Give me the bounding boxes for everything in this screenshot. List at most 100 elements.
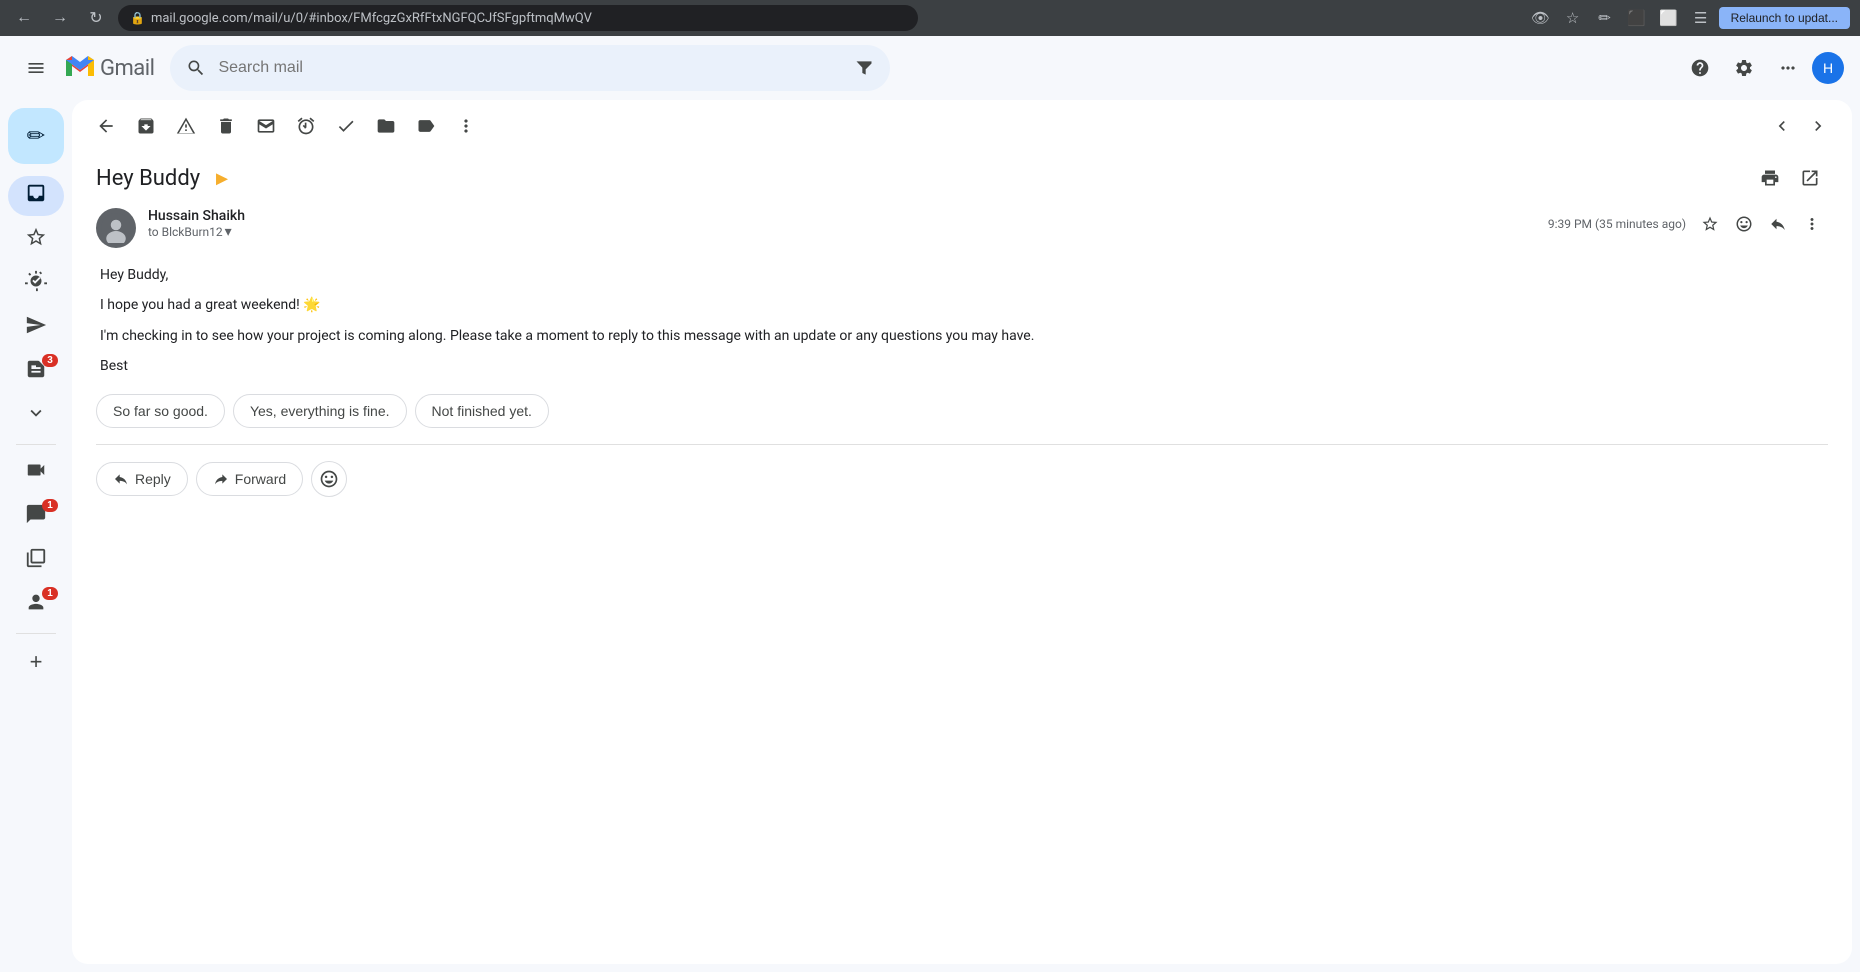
expand-more-icon [25,402,47,430]
address-bar[interactable]: 🔒 mail.google.com/mail/u/0/#inbox/FMfcgz… [118,5,918,31]
email-panel: Hey Buddy ► [72,100,1852,964]
sidebar-item-spaces[interactable] [8,541,64,581]
search-button[interactable] [186,58,206,78]
sender-info: Hussain Shaikh to BlckBurn12 ▾ [148,208,1536,240]
meet-icon [25,459,47,487]
gmail-logo-text: Gmail [100,56,154,81]
move-to-button[interactable] [368,108,404,144]
sidebar-item-contacts[interactable]: 1 [8,585,64,625]
email-line-4: Best [100,355,1824,377]
report-spam-button[interactable] [168,108,204,144]
next-email-button[interactable] [1800,108,1836,144]
apps-button[interactable] [1768,48,1808,88]
reload-button[interactable]: ↻ [82,4,110,32]
add-app-button[interactable]: + [16,642,56,682]
gmail-logo[interactable]: Gmail [64,52,154,84]
sidebar-item-snoozed[interactable] [8,264,64,304]
menu-button[interactable] [16,48,56,88]
sidebar-item-chat[interactable]: 1 [8,497,64,537]
email-toolbar [72,100,1852,152]
email-divider [96,444,1828,445]
sender-to-text: to BlckBurn12 [148,225,223,239]
email-subject-row: Hey Buddy ► [72,152,1852,200]
emoji-react-button[interactable] [1728,208,1760,240]
print-button[interactable] [1752,160,1788,196]
forward-nav-button[interactable]: → [46,4,74,32]
account-avatar[interactable]: H [1812,52,1844,84]
sender-to[interactable]: to BlckBurn12 ▾ [148,224,1536,240]
email-header: Hussain Shaikh to BlckBurn12 ▾ 9:39 PM (… [96,208,1828,248]
url-text: mail.google.com/mail/u/0/#inbox/FMfcgzGx… [151,11,592,26]
contacts-badge: 1 [42,587,58,600]
sidebar-item-drafts[interactable]: 3 [8,352,64,392]
help-button[interactable] [1680,48,1720,88]
topbar-actions: H [1680,48,1844,88]
back-nav-button[interactable]: ← [10,4,38,32]
email-meta: 9:39 PM (35 minutes ago) [1548,208,1828,240]
edit-extension-button[interactable]: ✏ [1591,4,1619,32]
smart-reply-1[interactable]: So far so good. [96,394,225,428]
reply-button[interactable]: Reply [96,462,188,496]
email-actions [1694,208,1828,240]
label-button[interactable] [408,108,444,144]
prev-email-button[interactable] [1764,108,1800,144]
smart-reply-row: So far so good. Yes, everything is fine.… [96,394,1828,428]
sidebar-item-starred[interactable] [8,220,64,260]
emoji-reaction-button[interactable] [311,461,347,497]
reply-quick-button[interactable] [1762,208,1794,240]
spaces-icon [25,547,47,575]
email-timestamp: 9:39 PM (35 minutes ago) [1548,217,1686,231]
snooze-button[interactable] [288,108,324,144]
settings-button[interactable] [1724,48,1764,88]
open-in-new-button[interactable] [1792,160,1828,196]
email-subject-actions [1752,160,1828,196]
extension-button-1[interactable]: ⬛ [1623,4,1651,32]
smart-reply-2[interactable]: Yes, everything is fine. [233,394,407,428]
relaunch-button[interactable]: Relaunch to updat... [1719,7,1850,29]
more-options-button[interactable] [448,108,484,144]
security-icon: 🔒 [130,11,145,25]
search-input[interactable] [218,59,842,77]
sent-icon [25,314,47,342]
search-bar[interactable] [170,45,890,91]
forward-label: Forward [235,471,286,487]
star-icon [25,226,47,254]
search-filter-button[interactable] [854,58,874,78]
browser-action-bar: 👁 ☆ ✏ ⬛ ⬜ ☰ Relaunch to updat... [1527,4,1850,32]
forward-button[interactable]: Forward [196,462,303,496]
important-marker-icon: ► [212,166,232,191]
reply-row: Reply Forward [96,453,1828,505]
compose-button[interactable]: ✏ [8,108,64,164]
more-email-options-button[interactable] [1796,208,1828,240]
sidebar-item-meet[interactable] [8,453,64,493]
gmail-body: ✏ [0,100,1860,972]
sidebar-divider-2 [16,633,56,634]
dropdown-arrow-icon: ▾ [225,224,232,240]
sidebar-item-inbox[interactable] [8,176,64,216]
back-to-inbox-button[interactable] [88,108,124,144]
drafts-badge: 3 [42,354,58,367]
smart-reply-3[interactable]: Not finished yet. [415,394,549,428]
sidebar-item-sent[interactable] [8,308,64,348]
sidebar-item-more[interactable] [8,396,64,436]
extension-button-2[interactable]: ⬜ [1655,4,1683,32]
chat-badge: 1 [42,499,58,512]
sidebar-divider [16,444,56,445]
eye-extension-button[interactable]: 👁 [1527,4,1555,32]
star-email-button[interactable] [1694,208,1726,240]
archive-button[interactable] [128,108,164,144]
delete-button[interactable] [208,108,244,144]
star-button[interactable]: ☆ [1559,4,1587,32]
email-body: Hey Buddy, I hope you had a great weeken… [96,264,1828,378]
inbox-icon [25,182,47,210]
email-line-2: I hope you had a great weekend! 🌟 [100,294,1824,316]
mark-done-button[interactable] [328,108,364,144]
snoozed-icon [25,270,47,298]
extension-button-3[interactable]: ☰ [1687,4,1715,32]
email-line-3: I'm checking in to see how your project … [100,325,1824,347]
email-message: Hussain Shaikh to BlckBurn12 ▾ 9:39 PM (… [72,200,1852,521]
sender-avatar [96,208,136,248]
browser-chrome: ← → ↻ 🔒 mail.google.com/mail/u/0/#inbox/… [0,0,1860,36]
gmail-topbar: Gmail H [0,36,1860,100]
mark-unread-button[interactable] [248,108,284,144]
